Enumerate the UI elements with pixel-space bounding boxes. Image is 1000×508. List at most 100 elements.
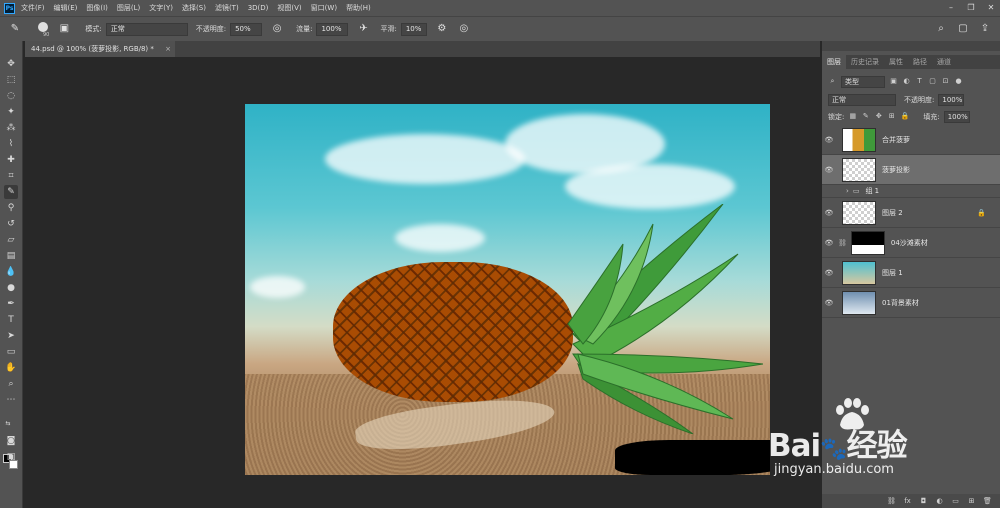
swap-colors-icon[interactable]: ⇆ [1,417,15,431]
search-icon[interactable]: ⌕ [934,22,948,36]
tab-channels[interactable]: 通道 [932,55,956,69]
menu-image[interactable]: 图像(I) [86,3,108,13]
tab-paths[interactable]: 路径 [908,55,932,69]
healing-brush-tool-icon[interactable]: ✚ [4,153,18,167]
brush-settings-icon[interactable]: ▣ [57,22,71,36]
watermark-brand-cn: 经验 [846,428,908,464]
new-group-icon[interactable]: ▭ [951,497,960,506]
dodge-tool-icon[interactable]: ● [4,281,18,295]
gradient-tool-icon[interactable]: ▤ [4,249,18,263]
eye-icon[interactable]: 👁 [822,239,836,247]
pressure-opacity-icon[interactable]: ◎ [270,22,284,36]
lasso-tool-icon[interactable]: ◌ [4,89,18,103]
close-tab-icon[interactable]: × [165,41,171,57]
path-selection-tool-icon[interactable]: ➤ [4,329,18,343]
crop-tool-icon[interactable]: ⌗ [4,169,18,183]
marquee-tool-icon[interactable]: ⬚ [4,73,18,87]
close-icon[interactable]: ✕ [986,2,996,13]
pineapple-body-image [333,262,573,402]
blur-tool-icon[interactable]: 💧 [4,265,18,279]
layer-kind-filter[interactable]: 类型 [841,75,885,88]
minimize-icon[interactable]: – [946,2,956,13]
shape-filter-icon[interactable]: ▢ [928,77,937,86]
trash-icon[interactable]: 🗑 [983,497,992,506]
tab-layers[interactable]: 图层 [822,55,846,69]
maximize-icon[interactable]: ❐ [966,2,976,13]
history-brush-tool-icon[interactable]: ↺ [4,217,18,231]
layer-row[interactable]: 👁 图层 1 [822,258,1000,288]
tab-properties[interactable]: 属性 [884,55,908,69]
menu-layer[interactable]: 图层(L) [117,3,140,13]
layer-row[interactable]: 👁 图层 2 🔒 [822,198,1000,228]
fx-icon[interactable]: fx [903,497,912,506]
airbrush-icon[interactable]: ✈ [356,22,370,36]
pixel-filter-icon[interactable]: ▣ [889,77,898,86]
eye-icon[interactable]: 👁 [822,269,836,277]
gear-icon[interactable]: ⚙ [435,22,449,36]
rectangle-tool-icon[interactable]: ▭ [4,345,18,359]
document-tab[interactable]: 44.psd @ 100% (菠萝投影, RGB/8) * × [25,41,175,57]
quick-mask-icon[interactable]: ◙ [4,434,18,448]
fill-input[interactable]: 100% [943,110,970,123]
artboard-lock-icon[interactable]: ⊞ [887,112,896,121]
magic-wand-tool-icon[interactable]: ⁂ [4,121,18,135]
eye-icon[interactable]: 👁 [822,209,836,217]
filter-toggle-icon[interactable]: ● [954,77,963,86]
type-filter-icon[interactable]: T [915,77,924,86]
adjustment-layer-icon[interactable]: ◐ [935,497,944,506]
adjustment-filter-icon[interactable]: ◐ [902,77,911,86]
mode-select[interactable]: 正常 [105,22,188,36]
share-icon[interactable]: ⇪ [978,22,992,36]
layer-group-row[interactable]: › ▭ 组 1 [822,185,1000,198]
menu-window[interactable]: 窗口(W) [311,3,337,13]
layer-opacity-input[interactable]: 100% [938,93,965,106]
new-layer-icon[interactable]: ⊞ [967,497,976,506]
quick-select-tool-icon[interactable]: ✦ [4,105,18,119]
hand-tool-icon[interactable]: ✋ [4,361,18,375]
link-icon[interactable]: ⛓ [838,239,847,247]
eyedropper-tool-icon[interactable]: ⌇ [4,137,18,151]
lock-image-icon[interactable]: ✎ [861,112,870,121]
add-mask-icon[interactable]: ◘ [919,497,928,506]
blend-mode-select[interactable]: 正常 [828,93,896,106]
document-canvas[interactable] [245,104,770,475]
move-tool-icon[interactable]: ✥ [4,57,18,71]
link-layers-icon[interactable]: ⛓ [887,497,896,506]
layer-row[interactable]: 👁 01背景素材 [822,288,1000,318]
clone-stamp-tool-icon[interactable]: ⚲ [4,201,18,215]
more-tools-icon[interactable]: ⋯ [4,393,18,407]
menu-view[interactable]: 视图(V) [277,3,301,13]
flow-input[interactable]: 100% [316,22,349,36]
lock-position-icon[interactable]: ✥ [874,112,883,121]
menu-type[interactable]: 文字(Y) [149,3,173,13]
lock-transparent-icon[interactable]: ▦ [848,112,857,121]
menu-select[interactable]: 选择(S) [182,3,206,13]
pen-tool-icon[interactable]: ✒ [4,297,18,311]
layer-row[interactable]: 👁 ⛓ 04沙滩素材 [822,228,1000,508]
screen-mode-icon[interactable]: ▣ [4,450,18,464]
menu-3d[interactable]: 3D(D) [248,4,269,12]
smoothing-input[interactable]: 10% [400,22,427,36]
menu-file[interactable]: 文件(F) [21,3,45,13]
brush-tool-icon[interactable]: ✎ [4,185,18,199]
layer-row[interactable]: 👁 合并菠萝 [822,125,1000,155]
zoom-tool-icon[interactable]: ⌕ [4,377,18,391]
layer-mask-thumbnail[interactable] [850,230,885,255]
menu-filter[interactable]: 滤镜(T) [215,3,239,13]
pressure-size-icon[interactable]: ◎ [457,22,471,36]
eye-icon[interactable]: 👁 [822,166,836,174]
smart-object-filter-icon[interactable]: ⊡ [941,77,950,86]
eye-icon[interactable]: 👁 [822,136,836,144]
lock-all-icon[interactable]: 🔒 [900,112,910,121]
brush-tool-icon[interactable]: ✎ [8,22,22,36]
opacity-input[interactable]: 50% [230,22,263,36]
eraser-tool-icon[interactable]: ▱ [4,233,18,247]
menu-edit[interactable]: 编辑(E) [54,3,78,13]
type-tool-icon[interactable]: T [4,313,18,327]
tab-history[interactable]: 历史记录 [846,55,884,69]
chevron-right-icon[interactable]: › [846,187,849,195]
layer-row[interactable]: 👁 菠萝投影 [822,155,1000,185]
menu-help[interactable]: 帮助(H) [346,3,371,13]
eye-icon[interactable]: 👁 [822,299,836,307]
workspace-icon[interactable]: ▢ [956,22,970,36]
